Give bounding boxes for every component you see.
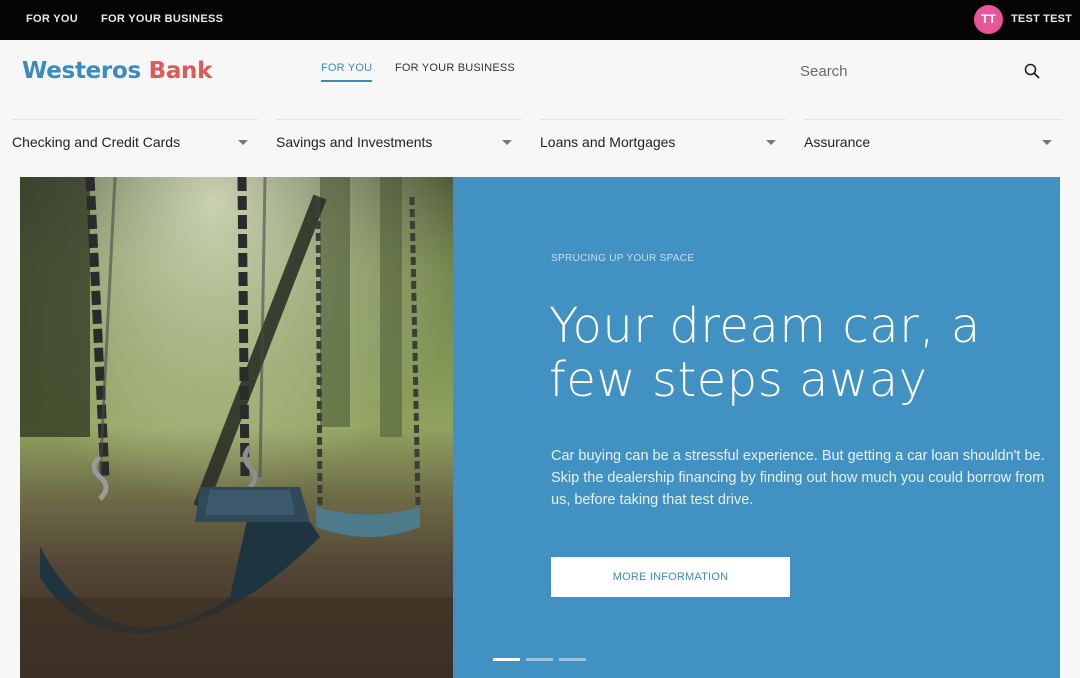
carousel-dot-3[interactable]	[559, 658, 586, 661]
nav-for-you[interactable]: FOR YOU	[321, 62, 373, 82]
caret-down-icon	[502, 140, 512, 145]
hero-description: Car buying can be a stressful experience…	[551, 448, 1045, 508]
hero-headline: Your dream car, a few steps away	[549, 298, 981, 408]
logo[interactable]: Westeros Bank	[22, 58, 212, 84]
category-checking-and-credit-cards[interactable]: Checking and Credit Cards	[12, 119, 258, 163]
logo-westeros: Westeros	[22, 58, 141, 84]
utility-bar: FOR YOU FOR YOUR BUSINESS TT TEST TEST	[0, 0, 1080, 40]
search-icon[interactable]	[1023, 62, 1041, 80]
search-input[interactable]	[800, 58, 1010, 84]
category-label: Assurance	[804, 134, 871, 150]
hero-photo-swing	[20, 177, 453, 678]
category-label: Loans and Mortgages	[540, 134, 676, 150]
carousel-dot-1[interactable]	[493, 658, 520, 661]
category-loans-and-mortgages[interactable]: Loans and Mortgages	[540, 119, 786, 163]
topbar-for-your-business-link[interactable]: FOR YOUR BUSINESS	[101, 13, 223, 25]
category-savings-and-investments[interactable]: Savings and Investments	[276, 119, 522, 163]
hero-carousel: SPRUCING UP YOUR SPACE Your dream car, a…	[20, 177, 1060, 678]
swing-image	[20, 177, 453, 678]
category-label: Checking and Credit Cards	[12, 134, 181, 150]
carousel-dot-2[interactable]	[526, 658, 553, 661]
logo-bank: Bank	[148, 58, 213, 84]
user-name[interactable]: TEST TEST	[1011, 13, 1072, 25]
more-information-button[interactable]: MORE INFORMATION	[551, 557, 790, 597]
nav-for-your-business[interactable]: FOR YOUR BUSINESS	[395, 62, 515, 74]
topbar-for-you-link[interactable]: FOR YOU	[26, 13, 78, 25]
caret-down-icon	[238, 140, 248, 145]
hero-content-panel: SPRUCING UP YOUR SPACE Your dream car, a…	[453, 177, 1060, 678]
category-label: Savings and Investments	[276, 134, 433, 150]
avatar[interactable]: TT	[974, 5, 1003, 34]
caret-down-icon	[1042, 140, 1052, 145]
hero-eyebrow: SPRUCING UP YOUR SPACE	[551, 253, 695, 264]
caret-down-icon	[766, 140, 776, 145]
category-assurance[interactable]: Assurance	[804, 119, 1062, 163]
search-box	[800, 58, 1045, 84]
